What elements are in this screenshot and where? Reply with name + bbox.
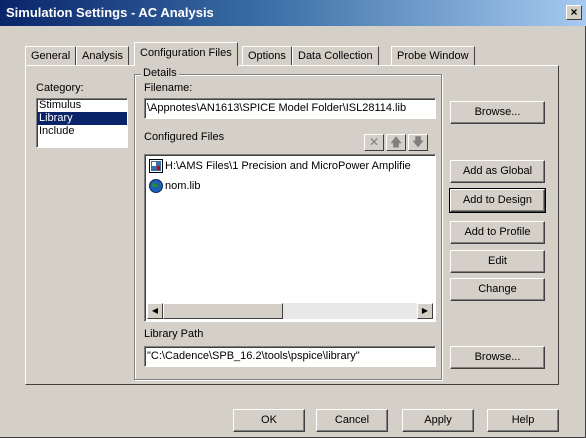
filename-label: Filename:: [144, 82, 193, 94]
configuration-files-panel: Category: Stimulus Library Include Detai…: [25, 65, 559, 385]
globe-icon: [149, 179, 163, 193]
browse-filename-button[interactable]: Browse...: [450, 101, 545, 124]
category-label: Category:: [36, 82, 84, 94]
delete-icon[interactable]: ✕: [364, 134, 384, 151]
help-button[interactable]: Help: [487, 409, 559, 432]
change-button[interactable]: Change: [450, 278, 545, 301]
tab-configuration-files[interactable]: Configuration Files: [134, 42, 238, 66]
filename-field[interactable]: \Appnotes\AN1613\SPICE Model Folder\ISL2…: [144, 98, 436, 119]
ok-button[interactable]: OK: [233, 409, 305, 432]
configured-files-label: Configured Files: [144, 131, 225, 143]
tab-analysis[interactable]: Analysis: [76, 46, 129, 65]
tab-probe-window[interactable]: Probe Window: [391, 46, 475, 65]
tab-data-collection[interactable]: Data Collection: [292, 46, 379, 65]
configured-files-list[interactable]: H:\AMS Files\1 Precision and MicroPower …: [144, 154, 436, 322]
add-to-design-button[interactable]: Add to Design: [449, 188, 546, 213]
category-list[interactable]: Stimulus Library Include: [36, 98, 128, 148]
configured-files-toolbar: ✕ 🡅 🡇: [364, 134, 430, 152]
category-item-include[interactable]: Include: [37, 125, 127, 138]
tab-general[interactable]: General: [25, 46, 77, 65]
horizontal-scrollbar[interactable]: ◀ ▶: [147, 303, 433, 319]
close-button[interactable]: ×: [566, 5, 582, 20]
window-title: Simulation Settings - AC Analysis: [6, 5, 214, 20]
simulation-settings-dialog: Simulation Settings - AC Analysis × Gene…: [0, 0, 586, 438]
file-label: H:\AMS Files\1 Precision and MicroPower …: [165, 159, 411, 172]
scroll-left-icon[interactable]: ◀: [147, 303, 163, 319]
tab-options[interactable]: Options: [242, 46, 292, 65]
add-to-profile-button[interactable]: Add to Profile: [450, 221, 545, 244]
scroll-right-icon[interactable]: ▶: [417, 303, 433, 319]
scroll-thumb[interactable]: [163, 303, 283, 319]
list-item[interactable]: nom.lib: [149, 179, 200, 197]
list-item[interactable]: H:\AMS Files\1 Precision and MicroPower …: [149, 159, 411, 177]
library-path-field[interactable]: "C:\Cadence\SPB_16.2\tools\pspice\librar…: [144, 346, 436, 367]
file-label: nom.lib: [165, 179, 201, 192]
move-down-icon[interactable]: 🡇: [408, 134, 428, 151]
browse-library-path-button[interactable]: Browse...: [450, 346, 545, 369]
category-item-stimulus[interactable]: Stimulus: [37, 99, 127, 112]
add-as-global-button[interactable]: Add as Global: [450, 160, 545, 183]
library-path-label: Library Path: [144, 328, 204, 340]
details-group-title: Details: [141, 67, 179, 79]
edit-button[interactable]: Edit: [450, 250, 545, 273]
apply-button[interactable]: Apply: [402, 409, 474, 432]
category-item-library[interactable]: Library: [37, 112, 127, 125]
title-bar[interactable]: Simulation Settings - AC Analysis ×: [0, 0, 586, 26]
move-up-icon[interactable]: 🡅: [386, 134, 406, 151]
library-file-icon: [149, 159, 163, 173]
cancel-button[interactable]: Cancel: [316, 409, 388, 432]
